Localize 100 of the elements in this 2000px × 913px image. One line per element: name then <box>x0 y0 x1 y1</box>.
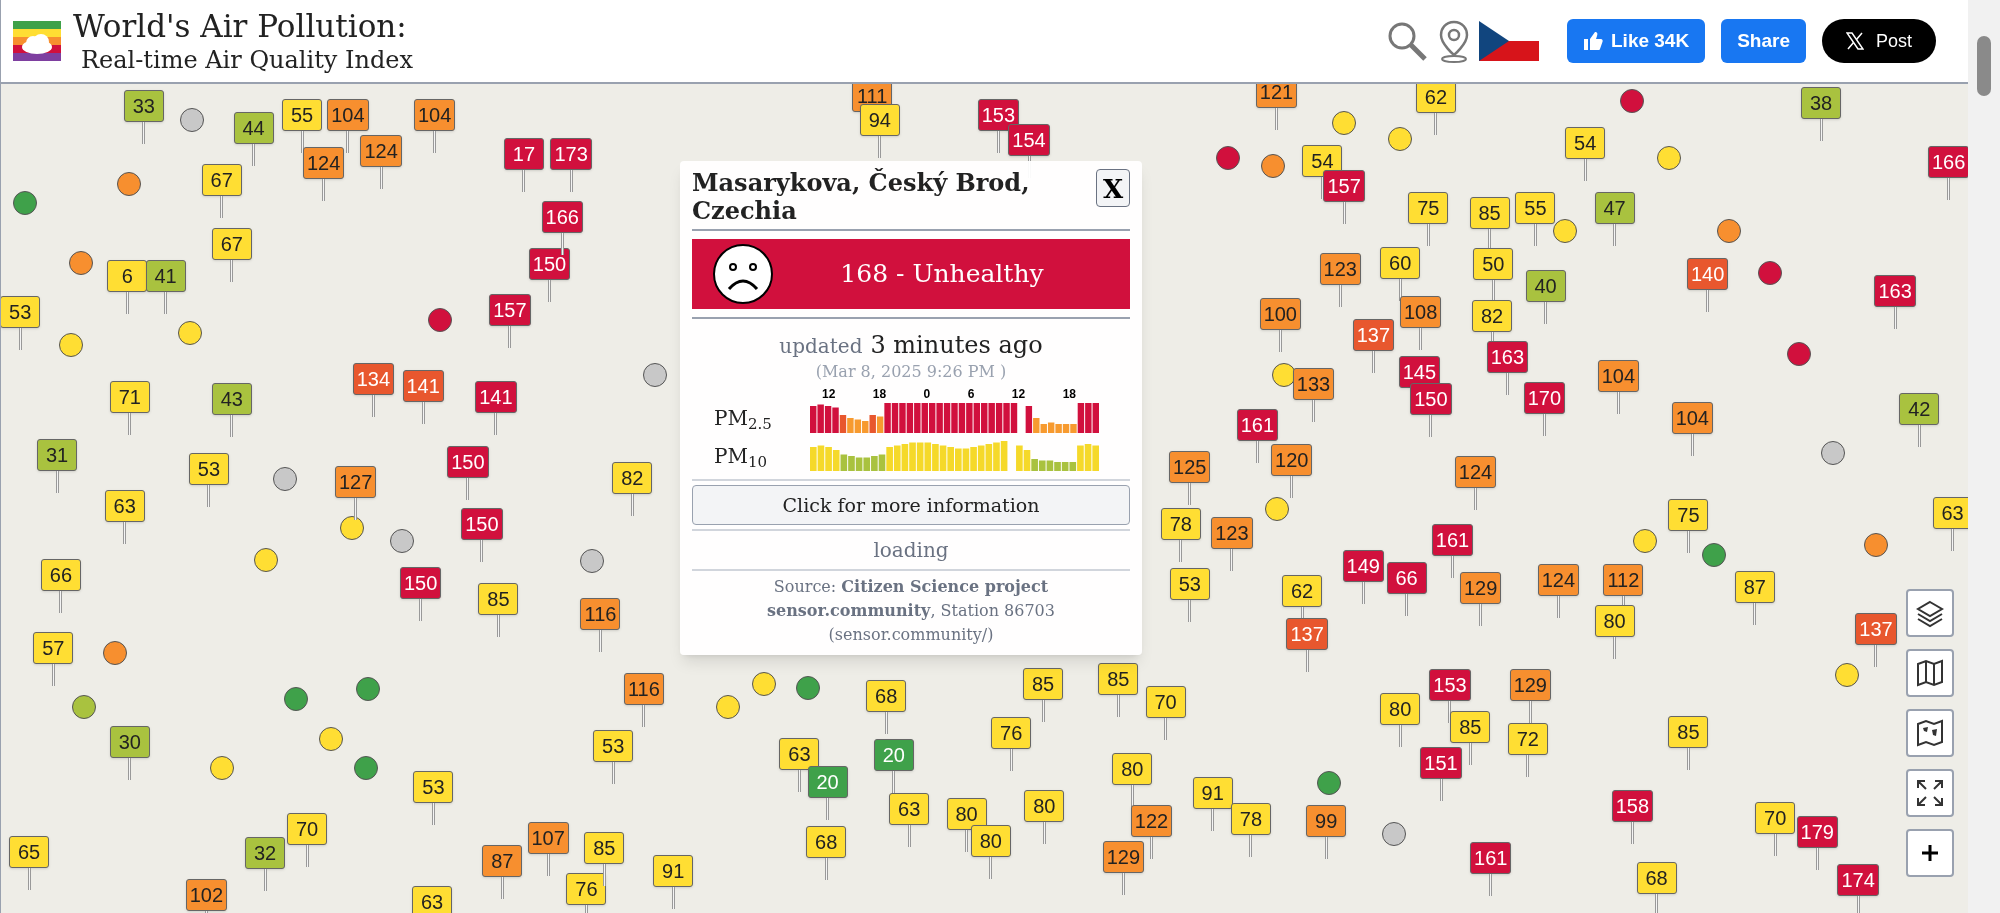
aqi-marker[interactable]: 174 <box>1837 864 1879 897</box>
aqi-marker[interactable]: 104 <box>1671 402 1713 435</box>
aqi-marker[interactable]: 163 <box>1874 274 1916 307</box>
scrollbar[interactable] <box>1968 0 2000 913</box>
aqi-marker[interactable]: 166 <box>541 200 583 233</box>
aqi-marker[interactable]: 72 <box>1507 722 1548 755</box>
aqi-marker[interactable]: 44 <box>233 111 274 144</box>
aqi-marker[interactable]: 87 <box>1734 570 1775 603</box>
close-button[interactable]: X <box>1096 169 1130 207</box>
aqi-marker[interactable]: 153 <box>1429 668 1471 701</box>
aqi-marker[interactable]: 151 <box>1420 746 1462 779</box>
aqi-marker[interactable]: 66 <box>40 559 81 592</box>
aqi-marker[interactable]: 150 <box>1410 383 1452 416</box>
aqi-marker[interactable]: 141 <box>475 380 517 413</box>
aqi-marker[interactable]: 47 <box>1594 191 1635 224</box>
aqi-marker[interactable]: 38 <box>1801 87 1842 120</box>
aqi-marker[interactable]: 91 <box>1192 777 1233 810</box>
aqi-marker[interactable]: 85 <box>1098 662 1139 695</box>
aqi-marker[interactable]: 129 <box>1102 841 1145 874</box>
aqi-marker[interactable]: 50 <box>1473 248 1514 280</box>
map-background[interactable] <box>1 84 1968 913</box>
aqi-marker[interactable]: 80 <box>970 824 1011 857</box>
aqi-marker[interactable]: 63 <box>412 885 453 913</box>
aqi-marker[interactable]: 127 <box>334 466 377 499</box>
aqi-marker[interactable]: 140 <box>1686 258 1729 291</box>
post-button[interactable]: Post <box>1821 19 1936 63</box>
aqi-marker[interactable]: 123 <box>1211 517 1253 550</box>
aqi-marker[interactable]: 104 <box>327 98 369 131</box>
share-button[interactable]: Share <box>1721 19 1806 63</box>
aqi-marker[interactable]: 62 <box>1282 574 1322 607</box>
aqi-marker[interactable]: 43 <box>211 383 252 416</box>
aqi-marker[interactable]: 166 <box>1928 146 1968 178</box>
aqi-marker[interactable]: 85 <box>584 832 625 865</box>
aqi-marker[interactable]: 32 <box>245 837 285 870</box>
aqi-marker[interactable]: 150 <box>528 248 571 280</box>
aqi-marker[interactable]: 55 <box>1515 191 1556 224</box>
aqi-marker[interactable]: 80 <box>1380 693 1421 726</box>
aqi-marker[interactable]: 85 <box>478 583 519 616</box>
aqi-marker[interactable]: 129 <box>1509 668 1551 701</box>
aqi-marker[interactable]: 102 <box>185 879 228 912</box>
aqi-marker[interactable]: 157 <box>489 293 531 326</box>
aqi-marker[interactable]: 80 <box>1112 753 1153 786</box>
aqi-marker[interactable]: 70 <box>1145 685 1186 718</box>
aqi-marker[interactable]: 54 <box>1565 126 1606 159</box>
aqi-marker[interactable]: 112 <box>1603 564 1644 597</box>
aqi-marker[interactable]: 129 <box>1459 572 1502 604</box>
aqi-marker[interactable]: 31 <box>37 439 78 472</box>
location-pin-icon[interactable] <box>1437 19 1471 63</box>
aqi-marker[interactable]: 66 <box>1386 561 1427 594</box>
aqi-marker[interactable]: 80 <box>946 797 987 830</box>
aqi-marker[interactable]: 63 <box>889 792 930 825</box>
aqi-marker[interactable]: 122 <box>1130 805 1173 838</box>
aqi-marker[interactable]: 70 <box>287 813 328 846</box>
layers-button[interactable] <box>1906 589 1954 637</box>
aqi-marker[interactable]: 150 <box>461 508 503 541</box>
aqi-marker[interactable]: 62 <box>1415 84 1456 113</box>
aqi-marker[interactable]: 94 <box>859 103 900 136</box>
aqi-marker[interactable]: 170 <box>1523 381 1566 414</box>
aqi-marker[interactable]: 67 <box>201 163 242 196</box>
aqi-marker[interactable]: 179 <box>1796 815 1838 848</box>
aqi-marker[interactable]: 173 <box>550 138 592 171</box>
aqi-marker[interactable]: 82 <box>612 462 653 495</box>
aqi-marker[interactable]: 53 <box>1169 568 1210 601</box>
fullscreen-button[interactable] <box>1906 769 1954 817</box>
aqi-marker[interactable]: 150 <box>447 445 489 478</box>
aqi-marker[interactable]: 137 <box>1286 617 1328 650</box>
aqi-marker[interactable]: 116 <box>580 597 621 630</box>
aqi-marker[interactable]: 68 <box>806 825 847 858</box>
aqi-marker[interactable]: 163 <box>1486 341 1529 374</box>
map-button[interactable] <box>1906 649 1954 697</box>
aqi-marker[interactable]: 153 <box>977 98 1020 131</box>
aqi-marker[interactable]: 80 <box>1594 605 1635 638</box>
aqi-marker[interactable]: 67 <box>211 227 252 260</box>
world-map-button[interactable] <box>1906 709 1954 757</box>
aqi-marker[interactable]: 78 <box>1231 802 1271 835</box>
aqi-marker[interactable]: 125 <box>1169 450 1211 483</box>
aqi-marker[interactable]: 158 <box>1611 790 1654 823</box>
aqi-marker[interactable]: 33 <box>123 89 164 122</box>
aqi-marker[interactable]: 55 <box>282 98 322 131</box>
aqi-marker[interactable]: 76 <box>566 873 607 905</box>
aqi-marker[interactable]: 99 <box>1306 805 1347 838</box>
aqi-marker[interactable]: 124 <box>1454 455 1497 488</box>
aqi-marker[interactable]: 157 <box>1323 170 1365 203</box>
aqi-marker[interactable]: 75 <box>1408 191 1449 224</box>
aqi-marker[interactable]: 17 <box>503 138 544 171</box>
aqi-marker[interactable]: 161 <box>1470 842 1512 875</box>
aqi-marker[interactable]: 80 <box>1024 790 1065 823</box>
aqi-marker[interactable]: 121 <box>1255 84 1298 108</box>
aqi-marker[interactable]: 6 <box>107 259 148 292</box>
aqi-marker[interactable]: 30 <box>109 726 150 759</box>
aqi-marker[interactable]: 161 <box>1236 408 1279 441</box>
aqi-marker[interactable]: 134 <box>352 362 395 395</box>
aqi-marker[interactable]: 68 <box>1636 861 1677 894</box>
aqi-marker[interactable]: 124 <box>360 134 402 167</box>
aqi-marker[interactable]: 137 <box>1352 319 1395 352</box>
aqi-marker[interactable]: 123 <box>1319 253 1361 286</box>
aqi-marker[interactable]: 85 <box>1450 711 1491 744</box>
aqi-marker[interactable]: 65 <box>9 836 50 869</box>
aqi-marker[interactable]: 150 <box>399 566 442 599</box>
aqi-marker[interactable]: 76 <box>991 717 1032 750</box>
